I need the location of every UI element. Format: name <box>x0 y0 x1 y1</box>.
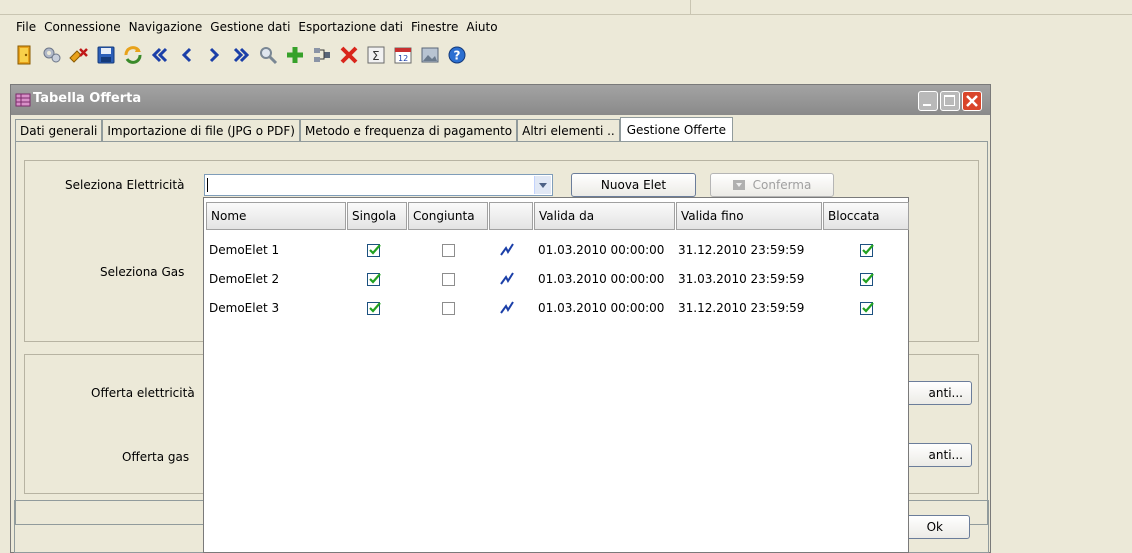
bloccata-checkbox[interactable] <box>860 273 874 286</box>
singola-checkbox[interactable] <box>367 273 381 286</box>
row-valida-da: 01.03.2010 00:00:00 <box>538 301 665 315</box>
sum-icon[interactable]: Σ <box>365 44 387 66</box>
chevron-down-icon[interactable] <box>534 176 551 194</box>
close-icon <box>966 95 978 107</box>
menu-bar: File Connessione Navigazione Gestione da… <box>10 16 1132 38</box>
text-caret <box>207 178 208 192</box>
minimize-button[interactable] <box>918 91 938 111</box>
singola-checkbox[interactable] <box>367 302 381 315</box>
next-icon[interactable] <box>203 44 225 66</box>
tab-dati-generali[interactable]: Dati generali <box>15 119 103 141</box>
tab-gestione-offerte[interactable]: Gestione Offerte <box>619 117 733 141</box>
minimize-icon <box>923 104 931 106</box>
col-singola[interactable]: Singola <box>347 202 407 230</box>
offerta-gas-label: Offerta gas <box>122 450 190 464</box>
menu-connessione[interactable]: Connessione <box>44 20 120 34</box>
elettricita-dropdown-table: Nome Singola Congiunta Valida da Valida … <box>203 197 909 553</box>
menu-aiuto[interactable]: Aiuto <box>466 20 497 34</box>
link-icon[interactable] <box>499 300 515 316</box>
add-icon[interactable] <box>284 44 306 66</box>
last-icon[interactable] <box>230 44 252 66</box>
menu-file[interactable]: File <box>16 20 36 34</box>
top-strip-separator <box>690 0 691 14</box>
col-valida-da[interactable]: Valida da <box>534 202 675 230</box>
svg-text:Σ: Σ <box>372 49 380 63</box>
maximize-icon <box>944 95 955 106</box>
row-valida-fino: 31.03.2010 23:59:59 <box>678 272 805 286</box>
menu-esportazione-dati[interactable]: Esportazione dati <box>298 20 403 34</box>
offerta-elettricita-label: Offerta elettricità <box>91 386 195 400</box>
exit-icon[interactable] <box>14 44 36 66</box>
conferma-label: Conferma <box>752 178 812 192</box>
col-congiunta[interactable]: Congiunta <box>408 202 488 230</box>
configure-icon[interactable] <box>41 44 63 66</box>
bloccata-checkbox[interactable] <box>860 244 874 257</box>
col-valida-fino[interactable]: Valida fino <box>676 202 822 230</box>
conferma-button[interactable]: Conferma <box>710 173 834 197</box>
previous-icon[interactable] <box>176 44 198 66</box>
window-titlebar[interactable]: Tabella Offerta <box>11 85 990 115</box>
row-nome: DemoElet 1 <box>209 243 280 257</box>
seleziona-elettricita-label: Seleziona Elettricità <box>65 178 185 192</box>
row-valida-da: 01.03.2010 00:00:00 <box>538 243 665 257</box>
calendar-icon[interactable]: 12 <box>392 44 414 66</box>
tab-bar: Dati generali Importazione di file (JPG … <box>15 117 733 141</box>
dropdown-arrow-icon <box>732 180 745 190</box>
first-icon[interactable] <box>149 44 171 66</box>
table-header: Nome Singola Congiunta Valida da Valida … <box>204 198 909 233</box>
delete-icon[interactable] <box>338 44 360 66</box>
delete-all-icon[interactable] <box>68 44 90 66</box>
toolbar: Σ 12 ? <box>10 40 468 70</box>
menu-navigazione[interactable]: Navigazione <box>129 20 203 34</box>
table-icon <box>15 92 31 108</box>
maximize-button[interactable] <box>940 91 960 111</box>
col-bloccata[interactable]: Bloccata <box>823 202 909 230</box>
congiunta-checkbox[interactable] <box>442 244 455 257</box>
svg-text:12: 12 <box>398 54 408 63</box>
tab-metodo-pagamento[interactable]: Metodo e frequenza di pagamento <box>300 119 518 141</box>
elettricita-combo[interactable] <box>204 174 553 196</box>
merge-icon[interactable] <box>311 44 333 66</box>
menu-gestione-dati[interactable]: Gestione dati <box>210 20 290 34</box>
row-valida-da: 01.03.2010 00:00:00 <box>538 272 665 286</box>
seleziona-gas-label: Seleziona Gas <box>100 265 185 279</box>
window-title: Tabella Offerta <box>33 91 142 106</box>
col-link[interactable] <box>489 202 533 230</box>
menu-finestre[interactable]: Finestre <box>411 20 458 34</box>
refresh-icon[interactable] <box>122 44 144 66</box>
tab-importazione-file[interactable]: Importazione di file (JPG o PDF) <box>102 119 300 141</box>
link-icon[interactable] <box>499 242 515 258</box>
help-icon[interactable]: ? <box>446 44 468 66</box>
nuova-elet-button[interactable]: Nuova Elet <box>571 173 696 197</box>
col-nome[interactable]: Nome <box>206 202 346 230</box>
save-icon[interactable] <box>95 44 117 66</box>
svg-text:?: ? <box>454 49 461 63</box>
search-icon[interactable] <box>257 44 279 66</box>
row-valida-fino: 31.12.2010 23:59:59 <box>678 243 805 257</box>
congiunta-checkbox[interactable] <box>442 273 455 286</box>
tab-altri-elementi[interactable]: Altri elementi .. <box>517 119 620 141</box>
top-strip <box>0 0 1132 15</box>
row-nome: DemoElet 2 <box>209 272 280 286</box>
row-nome: DemoElet 3 <box>209 301 280 315</box>
close-button[interactable] <box>962 91 982 111</box>
bloccata-checkbox[interactable] <box>860 302 874 315</box>
link-icon[interactable] <box>499 271 515 287</box>
singola-checkbox[interactable] <box>367 244 381 257</box>
congiunta-checkbox[interactable] <box>442 302 455 315</box>
row-valida-fino: 31.12.2010 23:59:59 <box>678 301 805 315</box>
image-icon[interactable] <box>419 44 441 66</box>
